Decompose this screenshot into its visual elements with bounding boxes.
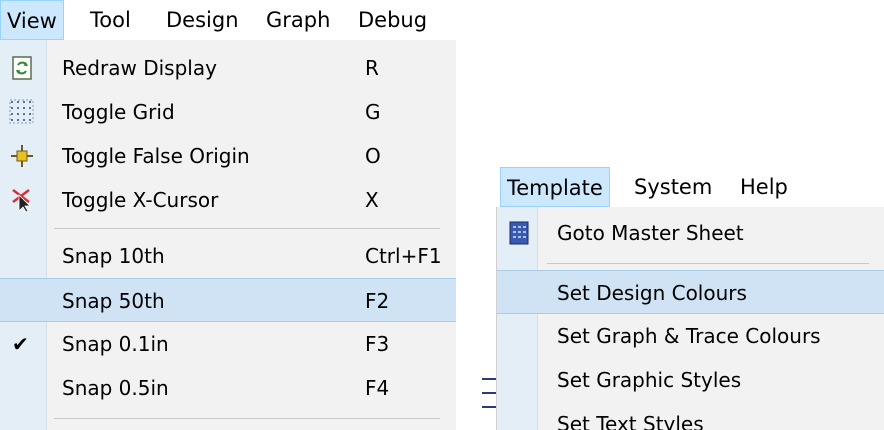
menu-item-shortcut: Ctrl+F1 [365,244,442,268]
menu-item-toggle-grid[interactable]: Toggle Grid G [0,90,456,134]
template-dropdown: Goto Master Sheet Set Design Colours Set… [496,207,884,430]
menu-separator [54,228,440,229]
menu-item-shortcut: O [365,144,381,168]
menu-item-shortcut: G [365,100,381,124]
menu-item-set-design-colours[interactable]: Set Design Colours [497,270,884,314]
menu-tool[interactable]: Tool [84,0,137,40]
menu-item-set-text-styles[interactable]: Set Text Styles [497,402,884,430]
menu-system[interactable]: System [628,167,718,207]
redraw-icon [9,55,35,81]
menu-item-snap-0-1in[interactable]: ✔ Snap 0.1in F3 [0,322,456,366]
menu-template[interactable]: Template [500,167,610,207]
menu-separator [54,418,440,419]
origin-icon [9,143,35,169]
menubar: View Tool Design Graph Debug [0,0,456,41]
background-window-fragment [456,200,496,430]
template-menu-panel: Template System Help Goto Master Sheet S… [456,0,884,430]
menu-item-shortcut: R [365,56,379,80]
menu-item-label: Toggle Grid [62,100,175,124]
view-menu-panel: View Tool Design Graph Debug Redraw Disp… [0,0,456,430]
menu-item-snap-50th[interactable]: Snap 50th F2 [0,278,456,322]
menu-item-shortcut: F2 [365,289,390,313]
menu-item-set-graphic-styles[interactable]: Set Graphic Styles [497,358,884,402]
menu-item-label: Snap 0.5in [62,376,169,400]
menu-item-label: Snap 0.1in [62,332,169,356]
x-cursor-icon [9,187,35,213]
menu-item-label: Snap 10th [62,244,165,268]
sheet-icon [509,221,529,245]
menu-help[interactable]: Help [734,167,794,207]
menu-separator [547,263,869,264]
menu-graph[interactable]: Graph [260,0,336,40]
menu-item-label: Set Graph & Trace Colours [557,324,821,348]
menu-item-shortcut: X [365,188,379,212]
menu-item-label: Goto Master Sheet [557,221,744,245]
menu-view[interactable]: View [0,0,64,40]
menubar: Template System Help [494,167,884,207]
menu-item-label: Set Text Styles [557,412,704,430]
menu-item-toggle-x-cursor[interactable]: Toggle X-Cursor X [0,178,456,222]
screenshot-root: View Tool Design Graph Debug Redraw Disp… [0,0,884,430]
view-dropdown: Redraw Display R Toggle Grid G Toggle Fa… [0,40,456,430]
checkmark-icon: ✔ [12,332,29,356]
background-line [482,406,496,408]
menu-item-label: Redraw Display [62,56,217,80]
menu-item-snap-10th[interactable]: Snap 10th Ctrl+F1 [0,234,456,278]
menu-debug[interactable]: Debug [352,0,433,40]
menu-item-set-graph-trace-colours[interactable]: Set Graph & Trace Colours [497,314,884,358]
menu-item-label: Toggle False Origin [62,144,250,168]
background-line [482,378,496,380]
menu-design[interactable]: Design [160,0,245,40]
grid-icon [9,99,35,125]
menu-item-label: Set Graphic Styles [557,368,742,392]
menu-item-redraw-display[interactable]: Redraw Display R [0,46,456,90]
menu-item-goto-master-sheet[interactable]: Goto Master Sheet [497,211,884,255]
menu-item-toggle-false-origin[interactable]: Toggle False Origin O [0,134,456,178]
menu-item-shortcut: F4 [365,376,390,400]
menu-item-label: Snap 50th [62,289,165,313]
menu-item-label: Set Design Colours [557,281,747,305]
menu-item-shortcut: F3 [365,332,390,356]
menu-item-label: Toggle X-Cursor [62,188,219,212]
background-line [482,392,496,394]
menu-item-snap-0-5in[interactable]: Snap 0.5in F4 [0,366,456,410]
